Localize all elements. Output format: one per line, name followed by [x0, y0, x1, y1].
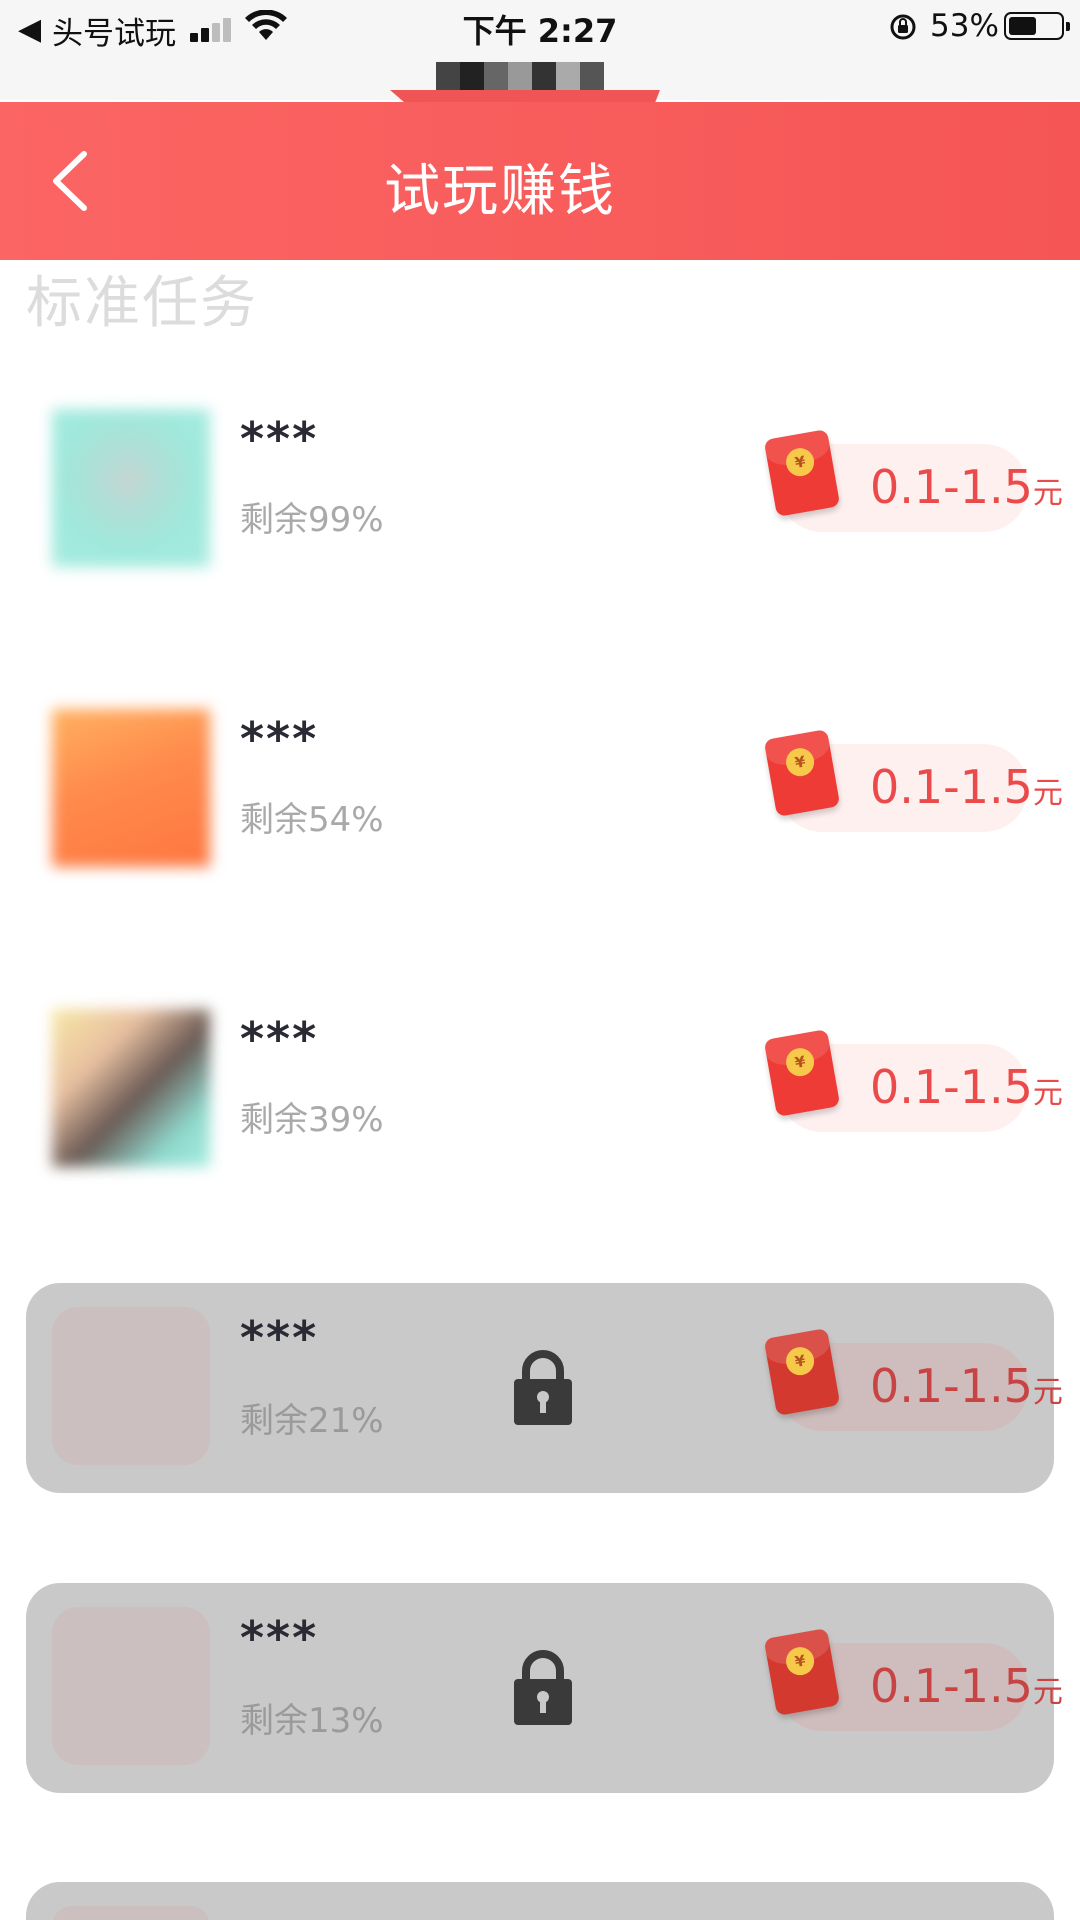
app-thumbnail-placeholder	[52, 1307, 210, 1465]
app-thumbnail	[52, 1009, 210, 1167]
red-envelope-icon: ¥	[763, 729, 841, 817]
reward-unit: 元	[1032, 1375, 1063, 1410]
task-row[interactable]: *** 剩余54% ¥ 0.1-1.5元	[26, 662, 1063, 872]
task-name: ***	[240, 1012, 319, 1066]
task-row-locked-partial[interactable]	[26, 1882, 1054, 1920]
reward-unit: 元	[1032, 776, 1063, 811]
reward-unit: 元	[1032, 1675, 1063, 1710]
app-thumbnail	[52, 409, 210, 567]
reward-badge: ¥ 0.1-1.5元	[763, 429, 1063, 532]
battery-percentage: 53%	[930, 8, 999, 44]
task-remaining: 剩余21%	[240, 1401, 384, 1441]
pixelated-banner	[436, 62, 604, 94]
orientation-lock-icon	[890, 14, 916, 40]
task-row[interactable]: *** 剩余99% ¥ 0.1-1.5元	[26, 362, 1063, 572]
reward-badge: ¥ 0.1-1.5元	[763, 1328, 1063, 1431]
reward-badge: ¥ 0.1-1.5元	[763, 729, 1063, 832]
task-row-locked[interactable]: *** 剩余13% ¥ 0.1-1.5元	[26, 1583, 1063, 1793]
section-title: 标准任务	[26, 271, 258, 336]
task-row-locked[interactable]: *** 剩余21% ¥ 0.1-1.5元	[26, 1283, 1063, 1493]
task-remaining: 剩余99%	[240, 500, 384, 540]
red-envelope-icon: ¥	[763, 429, 841, 517]
task-remaining: 剩余13%	[240, 1701, 384, 1741]
top-nav-bar: 试玩赚钱	[0, 102, 1080, 260]
status-time: 下午 2:27	[462, 12, 618, 50]
reward-amount: 0.1-1.5	[870, 1060, 1033, 1114]
lock-icon	[514, 1650, 572, 1725]
lock-icon	[514, 1350, 572, 1425]
reward-amount: 0.1-1.5	[870, 460, 1033, 514]
task-remaining: 剩余54%	[240, 800, 384, 840]
app-thumbnail-placeholder	[52, 1607, 210, 1765]
reward-badge: ¥ 0.1-1.5元	[763, 1628, 1063, 1731]
battery-icon	[1004, 12, 1070, 40]
red-envelope-icon: ¥	[763, 1029, 841, 1117]
task-name: ***	[240, 412, 319, 466]
app-thumbnail-placeholder	[52, 1906, 210, 1920]
page-title: 试玩赚钱	[384, 159, 616, 224]
red-envelope-icon: ¥	[763, 1328, 841, 1416]
reward-amount: 0.1-1.5	[870, 1359, 1033, 1413]
reward-amount: 0.1-1.5	[870, 760, 1033, 814]
task-row[interactable]: *** 剩余39% ¥ 0.1-1.5元	[26, 962, 1063, 1172]
task-name: ***	[240, 712, 319, 766]
app-thumbnail	[52, 709, 210, 867]
reward-amount: 0.1-1.5	[870, 1659, 1033, 1713]
red-envelope-icon: ¥	[763, 1628, 841, 1716]
task-name: ***	[240, 1611, 319, 1665]
reward-unit: 元	[1032, 476, 1063, 511]
task-name: ***	[240, 1311, 319, 1365]
task-remaining: 剩余39%	[240, 1100, 384, 1140]
reward-unit: 元	[1032, 1076, 1063, 1111]
reward-badge: ¥ 0.1-1.5元	[763, 1029, 1063, 1132]
